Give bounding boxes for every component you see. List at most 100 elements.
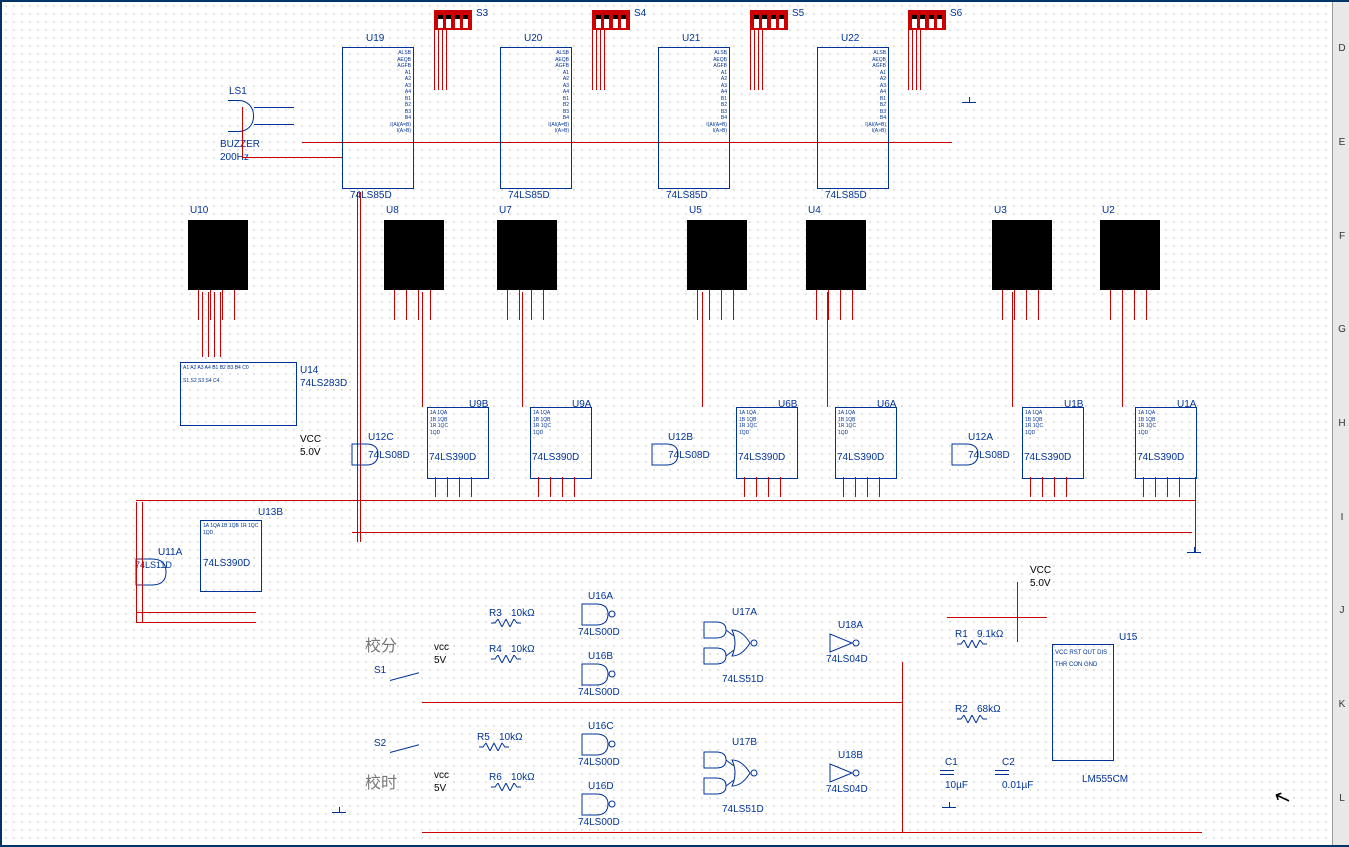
resistor-id: R2: [955, 704, 968, 715]
resistor-symbol[interactable]: [491, 655, 521, 663]
dip-switch[interactable]: [908, 10, 946, 30]
nand-gate-part: 74LS00D: [578, 757, 620, 768]
aoi-gate-part: 74LS51D: [722, 804, 764, 815]
aoi-gate[interactable]: [702, 750, 792, 802]
inverter-gate[interactable]: [828, 632, 868, 656]
seven-segment-display[interactable]: [992, 220, 1052, 290]
inverter-part: 74LS04D: [826, 784, 868, 795]
u15-body[interactable]: VCC RST OUT DIS THR CON GND: [1052, 644, 1114, 761]
resistor-symbol[interactable]: [479, 743, 509, 751]
seven-segment-display[interactable]: [384, 220, 444, 290]
buzzer-symbol[interactable]: [228, 100, 254, 132]
seven-segment-display[interactable]: [1100, 220, 1160, 290]
u14-id: U14: [300, 365, 318, 376]
counter-part: 74LS390D: [837, 452, 884, 463]
nand-gate-part: 74LS00D: [578, 627, 620, 638]
comparator-id: U22: [841, 33, 859, 44]
s2-symbol[interactable]: [390, 744, 419, 753]
resistor-id: R3: [489, 608, 502, 619]
resistor-symbol[interactable]: [491, 619, 521, 627]
resistor-value: 10kΩ: [511, 644, 535, 655]
counter-body[interactable]: 1A 1QA1B 1QB1R 1QC 1QD: [530, 407, 592, 479]
resistor-value: 10kΩ: [511, 772, 535, 783]
resistor-value: 68kΩ: [977, 704, 1001, 715]
counter-part: 74LS390D: [1024, 452, 1071, 463]
right-ruler: DEF GHI JKL: [1332, 2, 1349, 845]
counter-body[interactable]: 1A 1QA1B 1QB1R 1QC 1QD: [1135, 407, 1197, 479]
c2-val: 0.01µF: [1002, 780, 1033, 791]
dip-switch-id: S6: [950, 8, 962, 19]
display-id: U7: [499, 205, 512, 216]
comparator-body[interactable]: ALSBAEQBAGFBA1A2A3A4B1B2B3B4I(AI(A=B)I(A…: [500, 47, 572, 189]
and-gate-part: 74LS08D: [668, 450, 710, 461]
resistor-value: 9.1kΩ: [977, 629, 1003, 640]
seven-segment-display[interactable]: [497, 220, 557, 290]
mouse-cursor-icon: ↖: [1270, 783, 1294, 812]
display-id: U4: [808, 205, 821, 216]
and-gate-part: 74LS08D: [368, 450, 410, 461]
nand-gate-part: 74LS00D: [578, 817, 620, 828]
display-id: U5: [689, 205, 702, 216]
aoi-gate-part: 74LS51D: [722, 674, 764, 685]
u13b-body[interactable]: 1A 1QA 1B 1QB 1R 1QC 1QD: [200, 520, 262, 592]
resistor-symbol[interactable]: [957, 715, 987, 723]
display-id: U8: [386, 205, 399, 216]
c2-id: C2: [1002, 757, 1015, 768]
resistor-id: R4: [489, 644, 502, 655]
resistor-id: R6: [489, 772, 502, 783]
vcc-label: vcc: [434, 642, 449, 653]
u11a-part: 74LS11D: [135, 560, 172, 570]
and-gate-part: 74LS08D: [968, 450, 1010, 461]
seven-segment-display[interactable]: [806, 220, 866, 290]
nand-gate[interactable]: [580, 732, 610, 757]
counter-part: 74LS390D: [1137, 452, 1184, 463]
resistor-symbol[interactable]: [491, 783, 521, 791]
nand-gate-id: U16C: [588, 721, 614, 732]
comparator-body[interactable]: ALSBAEQBAGFBA1A2A3A4B1B2B3B4I(AI(A=B)I(A…: [342, 47, 414, 189]
dip-switch[interactable]: [750, 10, 788, 30]
inverter-gate[interactable]: [828, 762, 868, 786]
vcc-label: vcc: [434, 770, 449, 781]
comparator-id: U21: [682, 33, 700, 44]
comparator-body[interactable]: ALSBAEQBAGFBA1A2A3A4B1B2B3B4I(AI(A=B)I(A…: [658, 47, 730, 189]
label-jiaofen: 校分: [365, 632, 397, 656]
dip-switch[interactable]: [434, 10, 472, 30]
comparator-part: 74LS85D: [825, 190, 867, 201]
vcc-label: VCC: [300, 434, 321, 445]
nand-gate-part: 74LS00D: [578, 687, 620, 698]
display-id: U10: [190, 205, 208, 216]
counter-body[interactable]: 1A 1QA1B 1QB1R 1QC 1QD: [427, 407, 489, 479]
nand-gate[interactable]: [580, 602, 610, 627]
buzzer-id: LS1: [229, 86, 247, 97]
counter-part: 74LS390D: [738, 452, 785, 463]
u13b-id: U13B: [258, 507, 283, 518]
s1-symbol[interactable]: [390, 672, 419, 681]
counter-body[interactable]: 1A 1QA1B 1QB1R 1QC 1QD: [835, 407, 897, 479]
s2-id: S2: [374, 738, 386, 749]
counter-body[interactable]: 1A 1QA1B 1QB1R 1QC 1QD: [736, 407, 798, 479]
dip-switch-id: S3: [476, 8, 488, 19]
counter-body[interactable]: 1A 1QA1B 1QB1R 1QC 1QD: [1022, 407, 1084, 479]
u13b-part: 74LS390D: [203, 558, 250, 569]
c1-symbol[interactable]: [940, 770, 954, 771]
comparator-part: 74LS85D: [508, 190, 550, 201]
inverter-id: U18B: [838, 750, 863, 761]
u14-body[interactable]: A1 A2 A3 A4 B1 B2 B3 B4 C0S1 S2 S3 S4 C4: [180, 362, 297, 426]
resistor-symbol[interactable]: [957, 640, 987, 648]
gnd-icon: [942, 802, 956, 812]
nand-gate[interactable]: [580, 662, 610, 687]
resistor-id: R1: [955, 629, 968, 640]
comparator-body[interactable]: ALSBAEQBAGFBA1A2A3A4B1B2B3B4I(AI(A=B)I(A…: [817, 47, 889, 189]
counter-part: 74LS390D: [532, 452, 579, 463]
gnd-icon: [1187, 547, 1201, 557]
seven-segment-display[interactable]: [687, 220, 747, 290]
seven-segment-display[interactable]: [188, 220, 248, 290]
aoi-gate-id: U17B: [732, 737, 757, 748]
nand-gate[interactable]: [580, 792, 610, 817]
comparator-part: 74LS85D: [350, 190, 392, 201]
counter-part: 74LS390D: [429, 452, 476, 463]
dip-switch[interactable]: [592, 10, 630, 30]
c2-symbol[interactable]: [995, 770, 1009, 771]
schematic-canvas[interactable]: DEF GHI JKL LS1 BUZZER 200Hz U14 74LS283…: [0, 0, 1349, 847]
aoi-gate[interactable]: [702, 620, 792, 672]
